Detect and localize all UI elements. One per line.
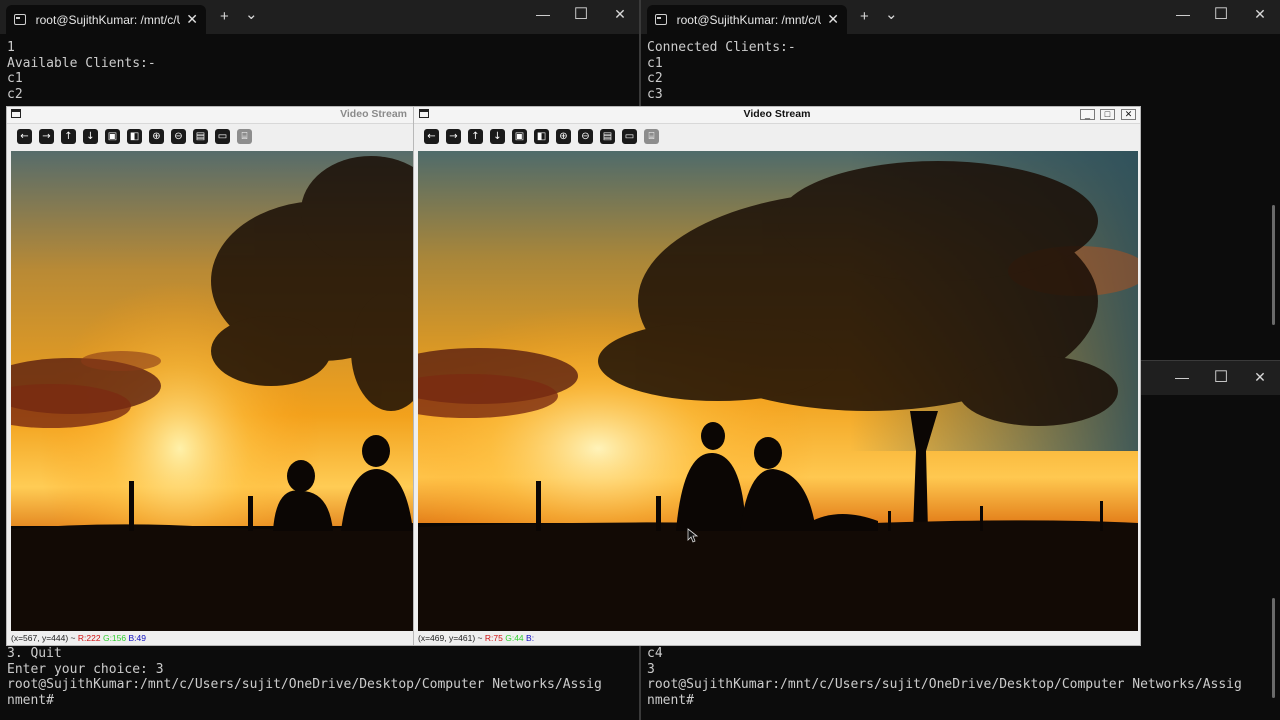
status-blue: B:49 <box>128 633 146 643</box>
video-stream-window-left[interactable]: Video Stream ← → ↑ ↓ ▣ ◧ ⊕ ⊖ ▤ ▭ ⌸ (x=56… <box>6 106 416 646</box>
status-coords: (x=567, y=444) ~ <box>11 633 76 643</box>
video-toolbar: ← → ↑ ↓ ▣ ◧ ⊕ ⊖ ▤ ▭ ⌸ <box>414 124 1140 150</box>
status-red: R:75 <box>484 633 503 643</box>
settings-icon[interactable]: ⌸ <box>237 129 252 144</box>
terminal-line: root@SujithKumar:/mnt/c/Users/sujit/OneD… <box>7 677 602 692</box>
minimize-button[interactable]: _ <box>1080 109 1095 120</box>
terminal-line: c1 <box>647 55 663 71</box>
video-toolbar: ← → ↑ ↓ ▣ ◧ ⊕ ⊖ ▤ ▭ ⌸ <box>7 124 415 150</box>
terminal-line: Available Clients:- <box>7 55 156 71</box>
new-tab-button[interactable]: + <box>220 8 229 25</box>
zoom-out-icon[interactable]: ⊖ <box>578 129 593 144</box>
minimize-button[interactable]: — <box>1168 6 1198 22</box>
right-terminal-tabbar: root@SujithKumar: /mnt/c/Us ✕ + ⌄ — ☐ ✕ <box>641 0 1280 34</box>
sunset-scene-image <box>11 151 413 631</box>
terminal-line: c4 <box>647 646 663 661</box>
arrow-up-icon[interactable]: ↑ <box>468 129 483 144</box>
maximize-button[interactable]: ☐ <box>1206 367 1236 387</box>
terminal-scrollbar[interactable] <box>1272 598 1275 698</box>
terminal-line: root@SujithKumar:/mnt/c/Users/sujit/OneD… <box>647 677 1242 692</box>
left-terminal-output-bottom: 3. Quit Enter your choice: 3 root@Sujith… <box>7 646 602 708</box>
maximize-button[interactable]: ☐ <box>566 4 596 24</box>
zoom-fit-icon[interactable]: ▣ <box>512 129 527 144</box>
zoom-original-icon[interactable]: ◧ <box>534 129 549 144</box>
save-icon[interactable]: ▤ <box>193 129 208 144</box>
terminal-line: 3 <box>647 661 655 677</box>
video-status-bar: (x=469, y=461) ~ R:75 G:44 B: <box>414 631 1140 645</box>
mouse-pointer-icon <box>687 528 699 543</box>
close-button[interactable]: ✕ <box>605 6 635 23</box>
zoom-in-icon[interactable]: ⊕ <box>556 129 571 144</box>
terminal-line: c3 <box>647 86 663 102</box>
arrow-left-icon[interactable]: ← <box>17 129 32 144</box>
right-terminal-tab[interactable]: root@SujithKumar: /mnt/c/Us ✕ <box>647 5 847 34</box>
status-blue: B: <box>526 633 535 643</box>
tab-close-icon[interactable]: ✕ <box>186 11 198 28</box>
terminal-prompt[interactable]: nment# <box>7 693 602 709</box>
zoom-in-icon[interactable]: ⊕ <box>149 129 164 144</box>
close-button[interactable]: ✕ <box>1245 369 1275 386</box>
third-terminal-titlebar: — ☐ ✕ <box>1140 360 1280 395</box>
tab-close-icon[interactable]: ✕ <box>827 11 839 28</box>
terminal-icon <box>655 14 667 25</box>
video-frame-right[interactable] <box>418 151 1138 631</box>
video-window-title: Video Stream <box>340 108 407 120</box>
status-green: G:156 <box>102 633 127 643</box>
close-button[interactable]: ✕ <box>1121 109 1136 120</box>
tab-dropdown-button[interactable]: ⌄ <box>885 5 898 23</box>
close-button[interactable]: ✕ <box>1245 6 1275 23</box>
minimize-button[interactable]: — <box>528 6 558 22</box>
terminal-prompt[interactable]: nment# <box>647 693 1242 709</box>
video-stream-window-right[interactable]: Video Stream _ □ ✕ ← → ↑ ↓ ▣ ◧ ⊕ ⊖ ▤ ▭ ⌸ <box>413 106 1141 646</box>
sunset-scene-image <box>418 151 1138 631</box>
arrow-right-icon[interactable]: → <box>39 129 54 144</box>
video-frame-left[interactable] <box>11 151 413 631</box>
save-icon[interactable]: ▤ <box>600 129 615 144</box>
tab-title: root@SujithKumar: /mnt/c/Us <box>676 12 822 27</box>
settings-icon[interactable]: ⌸ <box>644 129 659 144</box>
video-window-title: Video Stream <box>743 108 811 120</box>
zoom-out-icon[interactable]: ⊖ <box>171 129 186 144</box>
minimize-button[interactable]: — <box>1167 369 1197 385</box>
terminal-line: Enter your choice: 3 <box>7 661 164 677</box>
right-terminal-output-bottom: c4 3 root@SujithKumar:/mnt/c/Users/sujit… <box>647 646 1242 708</box>
video-window-titlebar[interactable]: Video Stream <box>7 107 415 124</box>
zoom-original-icon[interactable]: ◧ <box>127 129 142 144</box>
terminal-line: c2 <box>647 71 663 86</box>
zoom-fit-icon[interactable]: ▣ <box>105 129 120 144</box>
properties-icon[interactable]: ▭ <box>215 129 230 144</box>
arrow-right-icon[interactable]: → <box>446 129 461 144</box>
left-terminal-tabbar: root@SujithKumar: /mnt/c/Us ✕ + ⌄ — ☐ ✕ <box>0 0 639 34</box>
video-window-titlebar[interactable]: Video Stream _ □ ✕ <box>414 107 1140 124</box>
maximize-button[interactable]: □ <box>1100 109 1115 120</box>
terminal-line: 3. Quit <box>7 646 62 661</box>
maximize-button[interactable]: ☐ <box>1206 4 1236 24</box>
properties-icon[interactable]: ▭ <box>622 129 637 144</box>
terminal-scrollbar[interactable] <box>1272 205 1275 325</box>
new-tab-button[interactable]: + <box>860 8 869 25</box>
arrow-down-icon[interactable]: ↓ <box>83 129 98 144</box>
terminal-icon <box>14 14 26 25</box>
arrow-down-icon[interactable]: ↓ <box>490 129 505 144</box>
video-status-bar: (x=567, y=444) ~ R:222 G:156 B:49 <box>7 631 415 645</box>
status-green: G:44 <box>505 633 524 643</box>
terminal-line: c2 <box>7 86 23 102</box>
left-terminal-output-top: 1 Available Clients:- c1 c2 <box>7 40 156 102</box>
tab-title: root@SujithKumar: /mnt/c/Us <box>35 12 181 27</box>
tab-dropdown-button[interactable]: ⌄ <box>245 5 258 23</box>
terminal-line: 1 <box>7 40 15 55</box>
left-terminal-tab[interactable]: root@SujithKumar: /mnt/c/Us ✕ <box>6 5 206 34</box>
right-terminal-output-top: Connected Clients:- c1 c2 c3 <box>647 40 796 102</box>
arrow-up-icon[interactable]: ↑ <box>61 129 76 144</box>
terminal-line: Connected Clients:- <box>647 40 796 55</box>
status-red: R:222 <box>77 633 101 643</box>
arrow-left-icon[interactable]: ← <box>424 129 439 144</box>
terminal-line: c1 <box>7 71 23 86</box>
status-coords: (x=469, y=461) ~ <box>418 633 483 643</box>
